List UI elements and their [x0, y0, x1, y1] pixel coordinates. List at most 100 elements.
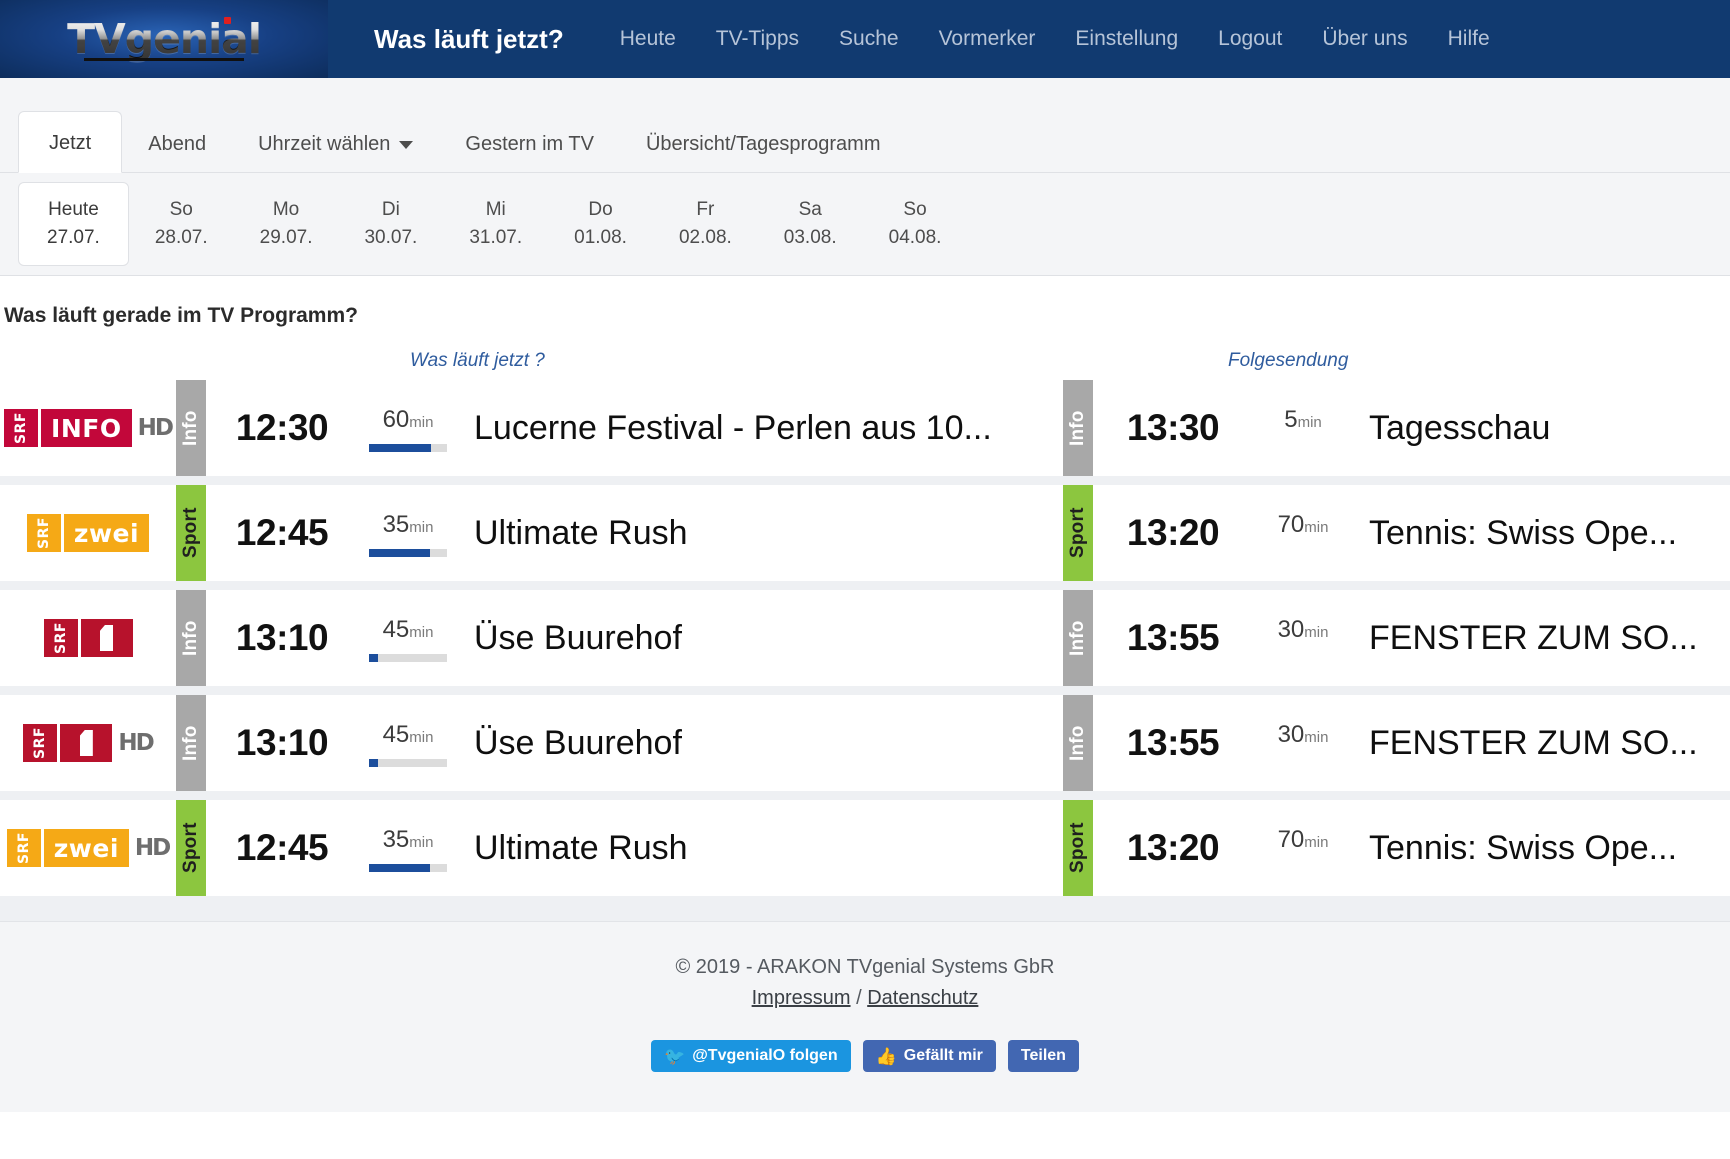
genre-tag-now[interactable]: Sport — [176, 800, 206, 896]
column-caption-next: Folgesendung — [1228, 350, 1349, 371]
main-nav: Heute TV-Tipps Suche Vormerker Einstellu… — [600, 27, 1510, 51]
program-title-now[interactable]: Ultimate Rush — [458, 829, 1063, 868]
date-date: 03.08. — [783, 227, 837, 248]
table-row[interactable]: SRF zwei HD Sport 12:45 35min Ultimate Rush Spo… — [0, 800, 1730, 896]
channel-logo[interactable]: SRF zwei — [26, 514, 150, 552]
date-item-2[interactable]: Mo 29.07. — [234, 186, 339, 261]
start-time-now: 13:10 — [235, 722, 329, 763]
program-title-next[interactable]: Tennis: Swiss Ope... — [1353, 514, 1730, 553]
nav-item-heute[interactable]: Heute — [600, 27, 696, 51]
footer-links: Impressum / Datenschutz — [0, 987, 1730, 1010]
program-title-now[interactable]: Ultimate Rush — [458, 514, 1063, 553]
duration-next: 70min — [1277, 826, 1329, 853]
channel-logo[interactable]: SRF INFO HD — [4, 409, 174, 447]
date-item-heute[interactable]: Heute 27.07. — [18, 182, 129, 266]
link-datenschutz[interactable]: Datenschutz — [867, 987, 978, 1009]
channel-logo-srf: SRF — [6, 829, 41, 867]
date-day: Heute — [48, 199, 99, 221]
genre-tag-now[interactable]: Info — [176, 590, 206, 686]
nav-item-einstellung[interactable]: Einstellung — [1055, 27, 1198, 51]
column-caption-now: Was läuft jetzt ? — [410, 350, 545, 371]
start-time-next: 13:55 — [1126, 617, 1220, 658]
link-impressum[interactable]: Impressum — [752, 987, 851, 1009]
duration-next: 30min — [1277, 721, 1329, 748]
duration-block-now: 35min — [358, 824, 458, 872]
program-title-next[interactable]: Tagesschau — [1353, 409, 1730, 448]
tab-uhrzeit-waehlen[interactable]: Uhrzeit wählen — [232, 116, 439, 172]
date-date: 30.07. — [364, 227, 418, 248]
now-slot: SRF Info 13:10 45min Üse Buurehof — [0, 590, 1063, 686]
twitter-follow-button[interactable]: 🐦 @TvgenialO folgen — [651, 1040, 851, 1072]
genre-tag-next[interactable]: Info — [1063, 380, 1093, 476]
genre-tag-next[interactable]: Sport — [1063, 485, 1093, 581]
date-day: Do — [588, 199, 613, 221]
facebook-like-button[interactable]: 👍 Gefällt mir — [862, 1040, 996, 1072]
nav-item-ueber-uns[interactable]: Über uns — [1302, 27, 1427, 51]
nav-item-suche[interactable]: Suche — [819, 27, 919, 51]
tab-gestern-im-tv[interactable]: Gestern im TV — [439, 116, 620, 172]
tab-jetzt[interactable]: Jetzt — [18, 111, 123, 173]
program-list: SRF INFO HD Info 12:30 60min Lucerne Festival … — [0, 380, 1730, 921]
date-item-1[interactable]: So 28.07. — [129, 186, 234, 261]
channel-logo[interactable]: SRF — [43, 619, 133, 657]
date-item-8[interactable]: So 04.08. — [863, 186, 968, 261]
channel-logo-hd: HD — [137, 415, 174, 441]
program-title-now[interactable]: Üse Buurehof — [458, 619, 1063, 658]
start-time-next: 13:30 — [1126, 407, 1220, 448]
channel-logo[interactable]: SRF zwei HD — [6, 829, 171, 867]
chevron-down-icon — [399, 140, 414, 149]
next-slot: Sport 13:20 70min Tennis: Swiss Ope... — [1063, 800, 1730, 896]
start-time-next: 13:20 — [1126, 827, 1220, 868]
genre-tag-now[interactable]: Info — [176, 695, 206, 791]
nav-item-tv-tipps[interactable]: TV-Tipps — [696, 27, 819, 51]
progress-bar-now — [369, 759, 447, 767]
table-row[interactable]: SRF zwei Sport 12:45 35min Ultimate Rush Sport… — [0, 485, 1730, 581]
duration-block-now: 60min — [358, 404, 458, 452]
date-item-7[interactable]: Sa 03.08. — [758, 186, 863, 261]
logo-wordmark: TVgenial — [67, 14, 262, 63]
facebook-share-button[interactable]: Teilen — [1007, 1040, 1079, 1072]
table-row[interactable]: SRF Info 13:10 45min Üse Buurehof Info 13:55 30… — [0, 590, 1730, 686]
table-row[interactable]: SRF INFO HD Info 12:30 60min Lucerne Festival … — [0, 380, 1730, 476]
progress-bar-now — [369, 444, 447, 452]
channel-logo-word: zwei — [43, 829, 129, 867]
nav-item-logout[interactable]: Logout — [1198, 27, 1302, 51]
program-title-now[interactable]: Lucerne Festival - Perlen aus 10... — [458, 409, 1063, 448]
tvgenial-logo[interactable]: TVgenial — [0, 0, 328, 78]
duration-next: 30min — [1277, 616, 1329, 643]
date-day: Mi — [485, 199, 506, 221]
next-slot: Sport 13:20 70min Tennis: Swiss Ope... — [1063, 485, 1730, 581]
program-title-next[interactable]: FENSTER ZUM SO... — [1353, 724, 1730, 763]
duration-now: 45min — [382, 616, 434, 643]
nav-item-vormerker[interactable]: Vormerker — [919, 27, 1056, 51]
genre-tag-now[interactable]: Info — [176, 380, 206, 476]
social-buttons: 🐦 @TvgenialO folgen 👍 Gefällt mir Teilen — [0, 1040, 1730, 1072]
program-title-next[interactable]: FENSTER ZUM SO... — [1353, 619, 1730, 658]
twitter-bird-icon: 🐦 — [664, 1046, 686, 1066]
genre-tag-now[interactable]: Sport — [176, 485, 206, 581]
date-day: Sa — [798, 199, 822, 221]
date-item-4[interactable]: Mi 31.07. — [443, 186, 548, 261]
tab-abend[interactable]: Abend — [122, 116, 232, 172]
channel-logo-one-glyph — [80, 619, 133, 657]
channel-logo-cell: SRF HD — [0, 695, 176, 791]
nav-item-hilfe[interactable]: Hilfe — [1428, 27, 1510, 51]
table-row[interactable]: SRF HD Info 13:10 45min Üse Buurehof Info 13:55… — [0, 695, 1730, 791]
program-title-now[interactable]: Üse Buurehof — [458, 724, 1063, 763]
date-item-5[interactable]: Do 01.08. — [548, 186, 653, 261]
tab-uebersicht-tagesprogramm[interactable]: Übersicht/Tagesprogramm — [620, 116, 907, 172]
genre-tag-next[interactable]: Info — [1063, 695, 1093, 791]
next-slot: Info 13:55 30min FENSTER ZUM SO... — [1063, 695, 1730, 791]
genre-tag-next[interactable]: Info — [1063, 590, 1093, 686]
genre-tag-next[interactable]: Sport — [1063, 800, 1093, 896]
channel-logo-cell: SRF zwei HD — [0, 800, 176, 896]
duration-now: 35min — [382, 826, 434, 853]
date-item-6[interactable]: Fr 02.08. — [653, 186, 758, 261]
date-item-3[interactable]: Di 30.07. — [338, 186, 443, 261]
start-time-now: 12:30 — [235, 407, 329, 448]
now-slot: SRF zwei HD Sport 12:45 35min Ultimate Rush — [0, 800, 1063, 896]
channel-logo[interactable]: SRF HD — [23, 724, 155, 762]
next-slot: Info 13:55 30min FENSTER ZUM SO... — [1063, 590, 1730, 686]
program-title-next[interactable]: Tennis: Swiss Ope... — [1353, 829, 1730, 868]
footer-link-separator: / — [850, 987, 868, 1009]
